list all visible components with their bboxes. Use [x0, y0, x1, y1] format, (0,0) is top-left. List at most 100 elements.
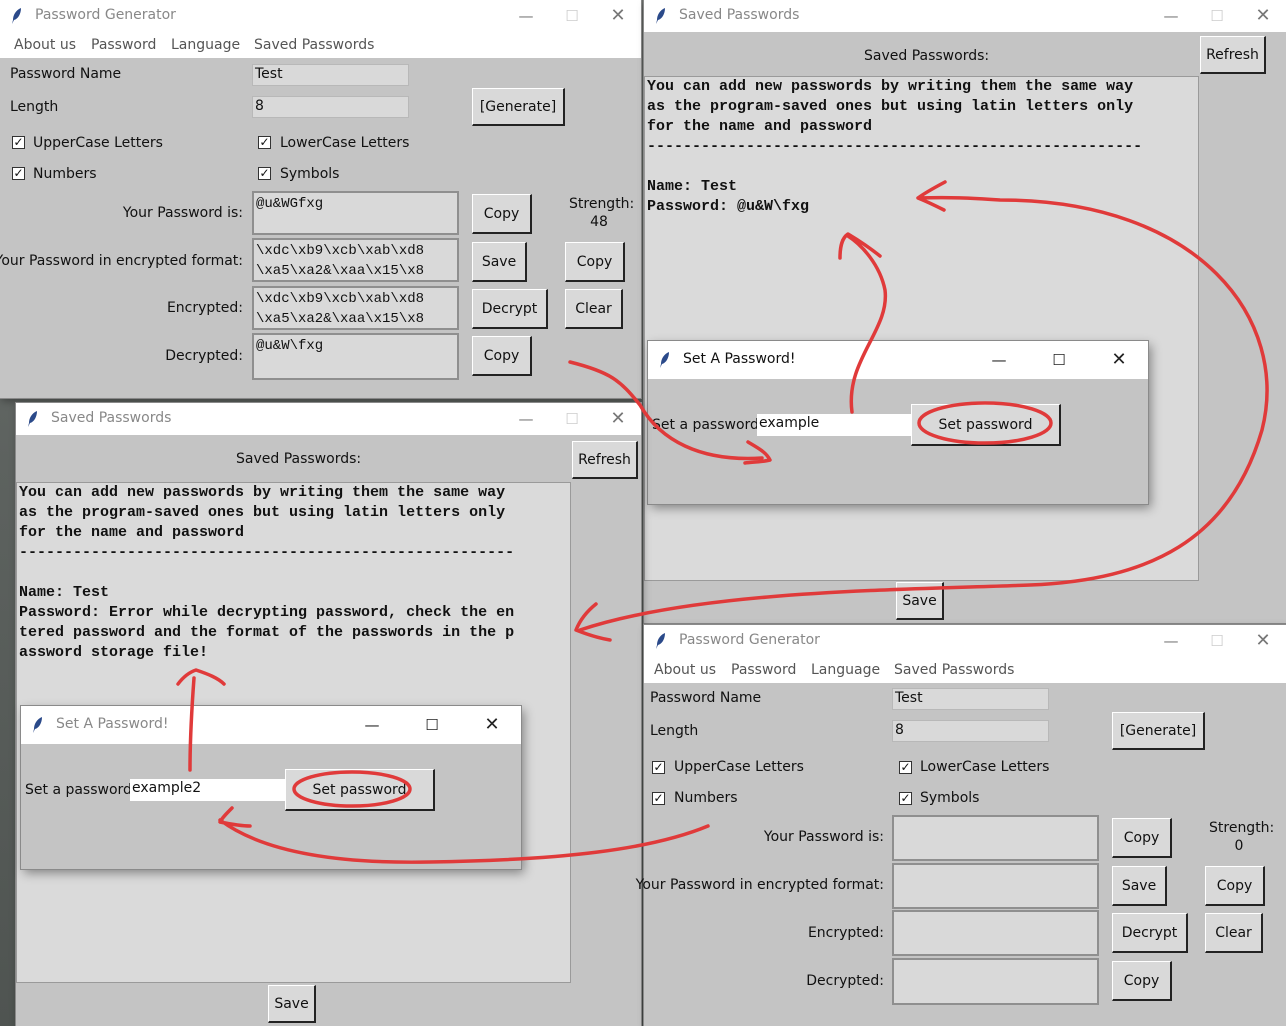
maximize-icon[interactable]: ☐ [1030, 341, 1088, 379]
saved-passwords-window: Saved Passwords — ☐ ✕ Saved Passwords: R… [644, 0, 1286, 623]
maximize-icon[interactable]: ☐ [1194, 625, 1240, 657]
menu-language[interactable]: Language [171, 37, 240, 53]
minimize-icon[interactable]: — [970, 341, 1028, 379]
title-bar[interactable]: Saved Passwords — ☐ ✕ [16, 403, 641, 435]
minimize-icon[interactable]: — [343, 706, 401, 744]
set-password-button[interactable]: Set password [911, 404, 1061, 446]
title-bar[interactable]: Saved Passwords — ☐ ✕ [644, 0, 1286, 32]
close-icon[interactable]: ✕ [1090, 341, 1148, 379]
clear-button[interactable]: Clear [565, 289, 623, 329]
title-bar[interactable]: Password Generator — ☐ ✕ [0, 0, 641, 32]
password-name-field[interactable]: Test [252, 64, 409, 86]
title-bar[interactable]: Set A Password! — ☐ ✕ [648, 341, 1148, 379]
encrypted-label: Encrypted: [166, 300, 243, 316]
menu-password[interactable]: Password [731, 662, 796, 678]
minimize-icon[interactable]: — [1148, 0, 1194, 32]
copy-decrypted-button[interactable]: Copy [472, 336, 532, 376]
close-icon[interactable]: ✕ [595, 0, 641, 32]
encrypted-label: Encrypted: [807, 925, 884, 941]
clear-button[interactable]: Clear [1205, 913, 1263, 953]
tk-feather-icon [33, 717, 42, 733]
decrypt-button[interactable]: Decrypt [472, 289, 548, 329]
title-bar[interactable]: Password Generator — ☐ ✕ [644, 625, 1286, 657]
copy-password-button[interactable]: Copy [1112, 818, 1172, 858]
lowercase-label: LowerCase Letters [280, 135, 410, 151]
set-password-dialog: Set A Password! — ☐ ✕ Set a password: ex… [648, 341, 1148, 504]
save-button[interactable]: Save [472, 242, 527, 282]
window-title: Password Generator [35, 7, 176, 23]
numbers-checkbox[interactable]: ✓ [12, 167, 25, 180]
password-generator-window: Password Generator — ☐ ✕ About us Passwo… [0, 0, 641, 398]
copy-decrypted-button[interactable]: Copy [1112, 961, 1172, 1001]
password-output[interactable] [892, 815, 1099, 861]
symbols-checkbox[interactable]: ✓ [258, 167, 271, 180]
strength-value: 48 [590, 214, 608, 230]
minimize-icon[interactable]: — [1148, 625, 1194, 657]
maximize-icon[interactable]: ☐ [1194, 0, 1240, 32]
refresh-button[interactable]: Refresh [572, 441, 638, 479]
window-title: Saved Passwords [51, 410, 172, 426]
decrypted-output[interactable] [892, 958, 1099, 1005]
lowercase-checkbox[interactable]: ✓ [899, 761, 912, 774]
saved-passwords-text[interactable]: You can add new passwords by writing the… [644, 76, 1199, 581]
lowercase-label: LowerCase Letters [920, 759, 1050, 775]
encrypted-format-output[interactable]: \xdc\xb9\xcb\xab\xd8 \xa5\xa2&\xaa\x15\x… [252, 238, 459, 282]
window-title: Set A Password! [56, 716, 169, 732]
save-button[interactable]: Save [1112, 866, 1167, 906]
title-bar[interactable]: Set A Password! — ☐ ✕ [21, 706, 521, 744]
save-button[interactable]: Save [896, 582, 944, 620]
length-field[interactable]: 8 [892, 720, 1049, 742]
decrypt-button[interactable]: Decrypt [1112, 913, 1188, 953]
menu-about-us[interactable]: About us [14, 37, 76, 53]
copy-password-button[interactable]: Copy [472, 194, 532, 234]
symbols-checkbox[interactable]: ✓ [899, 792, 912, 805]
encrypted-input[interactable]: \xdc\xb9\xcb\xab\xd8 \xa5\xa2&\xaa\x15\x… [252, 286, 459, 330]
set-password-input[interactable]: example [757, 414, 912, 436]
minimize-icon[interactable]: — [503, 403, 549, 435]
set-password-input[interactable]: example2 [130, 779, 285, 801]
copy-encrypted-button[interactable]: Copy [565, 242, 625, 282]
tk-feather-icon [28, 411, 37, 427]
numbers-label: Numbers [33, 166, 97, 182]
menu-bar: About us Password Language Saved Passwor… [644, 657, 1286, 683]
close-icon[interactable]: ✕ [595, 403, 641, 435]
encrypted-format-output[interactable] [892, 863, 1099, 909]
menu-saved-passwords[interactable]: Saved Passwords [894, 662, 1014, 678]
strength-label: Strength: [1209, 820, 1275, 836]
lowercase-checkbox[interactable]: ✓ [258, 136, 271, 149]
password-name-field[interactable]: Test [892, 688, 1049, 710]
close-icon[interactable]: ✕ [1240, 625, 1286, 657]
tk-feather-icon [12, 8, 21, 24]
set-password-button[interactable]: Set password [285, 769, 435, 811]
generate-button[interactable]: [Generate] [1112, 712, 1205, 750]
minimize-icon[interactable]: — [503, 0, 549, 32]
uppercase-checkbox[interactable]: ✓ [652, 761, 665, 774]
uppercase-label: UpperCase Letters [33, 135, 163, 151]
set-password-dialog-2: Set A Password! — ☐ ✕ Set a password: ex… [21, 706, 521, 869]
uppercase-checkbox[interactable]: ✓ [12, 136, 25, 149]
window-title: Password Generator [679, 632, 820, 648]
length-field[interactable]: 8 [252, 96, 409, 118]
menu-about-us[interactable]: About us [654, 662, 716, 678]
password-output[interactable]: @u&WGfxg [252, 191, 459, 235]
save-button[interactable]: Save [268, 985, 316, 1023]
tk-feather-icon [660, 352, 669, 368]
menu-language[interactable]: Language [811, 662, 880, 678]
maximize-icon[interactable]: ☐ [549, 403, 595, 435]
copy-encrypted-button[interactable]: Copy [1205, 866, 1265, 906]
password-name-label: Password Name [650, 690, 762, 706]
numbers-label: Numbers [674, 790, 738, 806]
generate-button[interactable]: [Generate] [472, 88, 565, 126]
decrypted-output[interactable]: @u&W\fxg [252, 333, 459, 380]
menu-password[interactable]: Password [91, 37, 156, 53]
close-icon[interactable]: ✕ [463, 706, 521, 744]
maximize-icon[interactable]: ☐ [549, 0, 595, 32]
close-icon[interactable]: ✕ [1240, 0, 1286, 32]
numbers-checkbox[interactable]: ✓ [652, 792, 665, 805]
menu-saved-passwords[interactable]: Saved Passwords [254, 37, 374, 53]
maximize-icon[interactable]: ☐ [403, 706, 461, 744]
encrypted-input[interactable] [892, 910, 1099, 956]
symbols-label: Symbols [920, 790, 980, 806]
set-password-label: Set a password: [25, 782, 137, 798]
refresh-button[interactable]: Refresh [1200, 36, 1266, 74]
